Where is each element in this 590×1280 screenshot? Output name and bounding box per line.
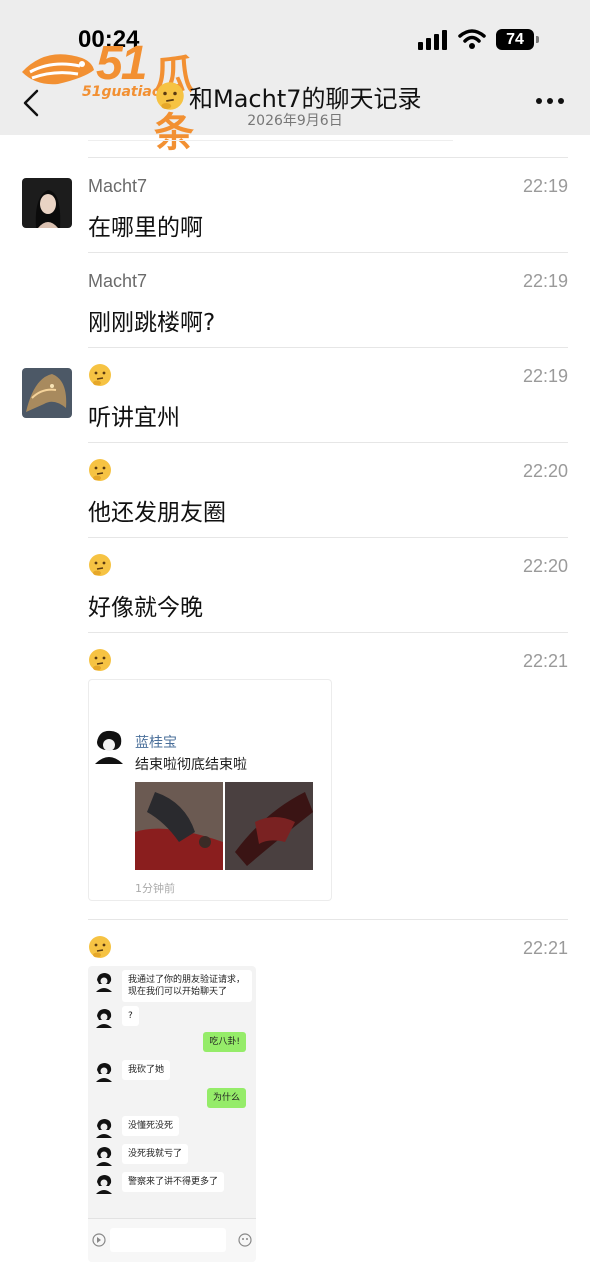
moments-photo-2 (225, 782, 313, 870)
thinking-face-icon (89, 554, 111, 576)
more-options-icon[interactable] (535, 96, 565, 106)
screenshot-emoji-icon (238, 1233, 252, 1247)
thinking-face-icon (89, 649, 111, 671)
screenshot-bubble: 警察来了讲不得更多了 (122, 1172, 225, 1192)
screenshot-bubble: 没死我就亏了 (122, 1144, 189, 1164)
message-time: 22:19 (522, 366, 568, 386)
message-text: 听讲宜州 (88, 405, 180, 431)
moments-avatar (95, 730, 123, 764)
message-time: 22:21 (522, 651, 568, 671)
battery-icon: 74 (496, 29, 539, 50)
message-item[interactable]: 22:21 我通过了你的朋友验证请求，现在我们可以开始聊天了 ? 吃八卦! 我砍… (88, 919, 568, 1280)
cellular-signal-icon (418, 30, 450, 50)
screenshot-row: 我通过了你的朋友验证请求，现在我们可以开始聊天了 (94, 970, 252, 1002)
sender-name: Macht7 (88, 176, 148, 196)
avatar-macht7[interactable] (22, 178, 72, 228)
message-item[interactable]: 22:19 听讲宜州 (88, 347, 568, 442)
screenshot-bubble: 我砍了她 (122, 1060, 171, 1080)
message-item[interactable]: 22:20 好像就今晚 (88, 537, 568, 632)
screenshot-row: ? (94, 1006, 252, 1032)
sender-name: Macht7 (88, 271, 148, 291)
message-time: 22:19 (522, 271, 568, 291)
screenshot-voice-icon (92, 1233, 106, 1247)
avatar-other-user[interactable] (22, 368, 72, 418)
screenshot-row: 我砍了她 (94, 1060, 252, 1086)
moments-time-ago: 1分钟前 (135, 882, 175, 895)
screenshot-avatar (96, 1063, 112, 1082)
screenshot-avatar (96, 973, 112, 992)
page-title: 和Macht7的聊天记录 (155, 80, 422, 113)
thinking-face-icon (89, 364, 111, 386)
screenshot-bubble: 为什么 (206, 1088, 246, 1108)
watermark-site: 51guatiao (82, 84, 162, 100)
message-item[interactable]: 22:20 他还发朋友圈 (88, 442, 568, 537)
page-title-text: 和Macht7的聊天记录 (189, 84, 422, 113)
thinking-face-icon (89, 936, 111, 958)
screenshot-row: 吃八卦! (94, 1032, 252, 1058)
message-time: 22:20 (522, 556, 568, 576)
thinking-face-icon (89, 459, 111, 481)
chat-screenshot-image[interactable]: 我通过了你的朋友验证请求，现在我们可以开始聊天了 ? 吃八卦! 我砍了她 为什么… (88, 966, 256, 1262)
screenshot-input-bar (88, 1218, 256, 1262)
moments-screenshot-image[interactable]: 蓝桂宝 结束啦彻底结束啦 1分钟前 (88, 679, 332, 901)
screenshot-avatar (96, 1009, 112, 1028)
screenshot-avatar (96, 1175, 112, 1194)
screenshot-bubble: ? (122, 1006, 139, 1026)
previous-message-edge (88, 135, 453, 141)
screenshot-row: 警察来了讲不得更多了 (94, 1172, 252, 1198)
message-time: 22:19 (522, 176, 568, 196)
message-item[interactable]: Macht7 22:19 在哪里的啊 (88, 157, 568, 252)
message-item[interactable]: Macht7 22:19 刚刚跳楼啊? (88, 252, 568, 347)
page-date: 2026年9月6日 (247, 113, 343, 129)
screenshot-bubble: 我通过了你的朋友验证请求，现在我们可以开始聊天了 (122, 970, 252, 1002)
message-text: 在哪里的啊 (88, 215, 203, 241)
screenshot-row: 没死我就亏了 (94, 1144, 252, 1170)
screenshot-avatar (96, 1147, 112, 1166)
screenshot-text-field (110, 1228, 226, 1252)
screenshot-row: 为什么 (94, 1088, 252, 1114)
moments-photo-1 (135, 782, 223, 870)
wifi-icon (458, 29, 486, 49)
screenshot-bubble: 吃八卦! (203, 1032, 246, 1052)
thinking-face-icon (156, 82, 184, 110)
chat-history-header: 00:24 74 51 瓜条 51guatiao 和Macht7的聊天记录 20… (0, 0, 590, 156)
moments-post-text: 结束啦彻底结束啦 (135, 757, 247, 773)
screenshot-bubble: 没懂死没死 (122, 1116, 180, 1136)
screenshot-row: 没懂死没死 (94, 1116, 252, 1142)
screenshot-avatar (96, 1119, 112, 1138)
moments-user-name: 蓝桂宝 (135, 735, 177, 751)
message-time: 22:20 (522, 461, 568, 481)
message-text: 他还发朋友圈 (88, 500, 226, 526)
message-time: 22:21 (522, 938, 568, 958)
message-item[interactable]: 22:21 蓝桂宝 结束啦彻底结束啦 1分钟前 (88, 632, 568, 919)
watermark-number: 51 (96, 37, 147, 90)
message-text: 好像就今晚 (88, 595, 203, 621)
message-text: 刚刚跳楼啊? (88, 310, 216, 336)
